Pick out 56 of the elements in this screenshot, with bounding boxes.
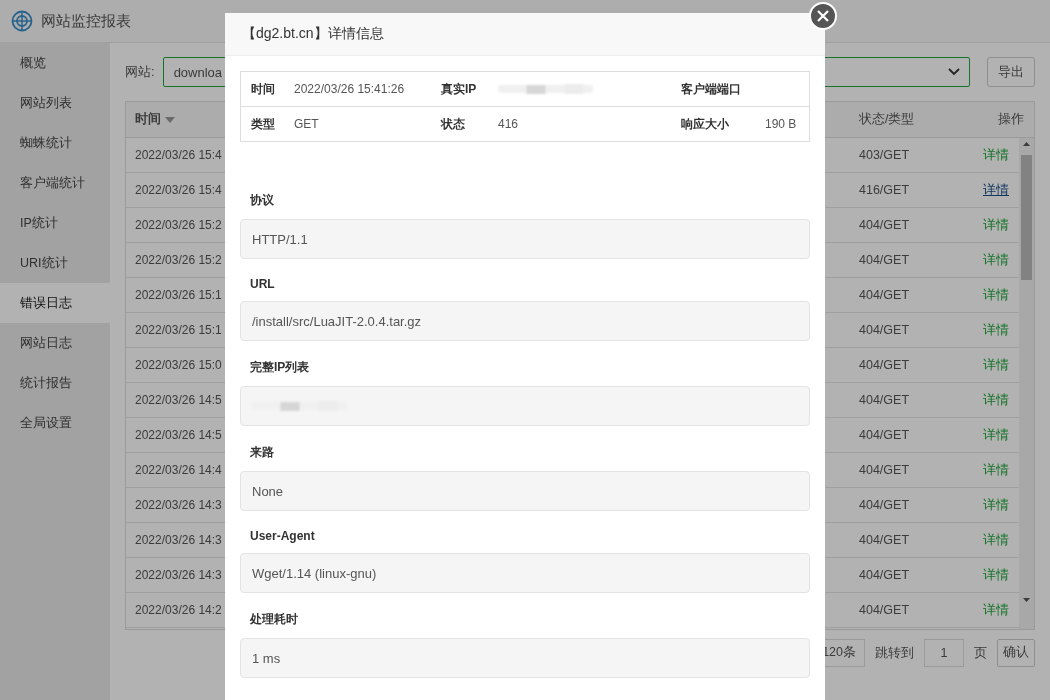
field-label: URL: [249, 276, 276, 293]
table-cell-text: 404/GET: [859, 253, 911, 267]
field-label: 完整IP列表: [249, 359, 311, 376]
table-cell: 2022/03/26 15:4: [135, 148, 222, 162]
readonly-field: 1 ms: [240, 638, 810, 678]
table-cell-text: 404/GET: [859, 393, 911, 407]
field-label: 协议: [249, 192, 275, 209]
info-label: 真实IP: [441, 80, 478, 98]
table-cell: 2022/03/26 14:4: [135, 463, 222, 477]
table-cell: 2022/03/26 14:3: [135, 533, 222, 547]
table-cell: 2022/03/26 15:0: [135, 358, 222, 372]
table-cell: 2022/03/26 15:4: [135, 183, 222, 197]
table-cell: 2022/03/26 15:1: [135, 288, 222, 302]
table-cell: 2022/03/26 14:5: [135, 428, 222, 442]
info-label: 状态: [441, 115, 466, 133]
table-cell-text: 403/GET: [859, 148, 911, 162]
column-header: 操作: [997, 111, 1025, 128]
info-label: 类型: [251, 115, 276, 133]
table-cell-text: 404/GET: [859, 533, 911, 547]
page-unit: 页: [974, 643, 987, 662]
column-header: 状态/类型: [859, 111, 916, 128]
info-value: 190 B: [765, 117, 797, 131]
readonly-field: Wget/1.14 (linux-gnu): [240, 553, 810, 593]
readonly-field: None: [240, 471, 810, 511]
table-cell: 2022/03/26 14:3: [135, 498, 222, 512]
info-label: 客户端端口: [681, 80, 742, 98]
field-label: 处理耗时: [249, 611, 299, 628]
table-cell-text: 416/GET: [859, 183, 911, 197]
jump-label: 跳转到: [875, 643, 914, 662]
table-cell-text: 404/GET: [859, 568, 911, 582]
table-cell-text: 404/GET: [859, 603, 911, 617]
info-label: 时间: [251, 80, 276, 98]
info-value: 2022/03/26 15:41:26: [294, 82, 405, 96]
field-label: 来路: [249, 444, 275, 461]
field-label: User-Agent: [249, 528, 316, 545]
table-cell-text: 404/GET: [859, 498, 911, 512]
info-label: 响应大小: [681, 115, 730, 133]
readonly-field: HTTP/1.1: [240, 219, 810, 259]
table-cell-text: 404/GET: [859, 218, 911, 232]
table-cell: 2022/03/26 14:2: [135, 603, 222, 617]
table-cell: 2022/03/26 15:2: [135, 253, 222, 267]
table-cell: 2022/03/26 15:2: [135, 218, 222, 232]
app-title: 网站监控报表: [41, 11, 131, 31]
table-cell-text: 404/GET: [859, 463, 911, 477]
table-cell-text: 404/GET: [859, 358, 911, 372]
info-value: GET: [294, 117, 319, 131]
info-value: 416: [498, 117, 519, 131]
dialog-title: 【dg2.bt.cn】详情信息: [225, 13, 825, 56]
site-label: 网站:: [125, 63, 155, 81]
readonly-field: /install/src/LuaJIT-2.0.4.tar.gz: [240, 301, 810, 341]
table-cell-text: 404/GET: [859, 288, 911, 302]
table-cell: 2022/03/26 14:3: [135, 568, 222, 582]
table-cell: 2022/03/26 14:5: [135, 393, 222, 407]
table-cell: 2022/03/26 15:1: [135, 323, 222, 337]
table-cell-text: 404/GET: [859, 428, 911, 442]
table-cell-text: 404/GET: [859, 323, 911, 337]
